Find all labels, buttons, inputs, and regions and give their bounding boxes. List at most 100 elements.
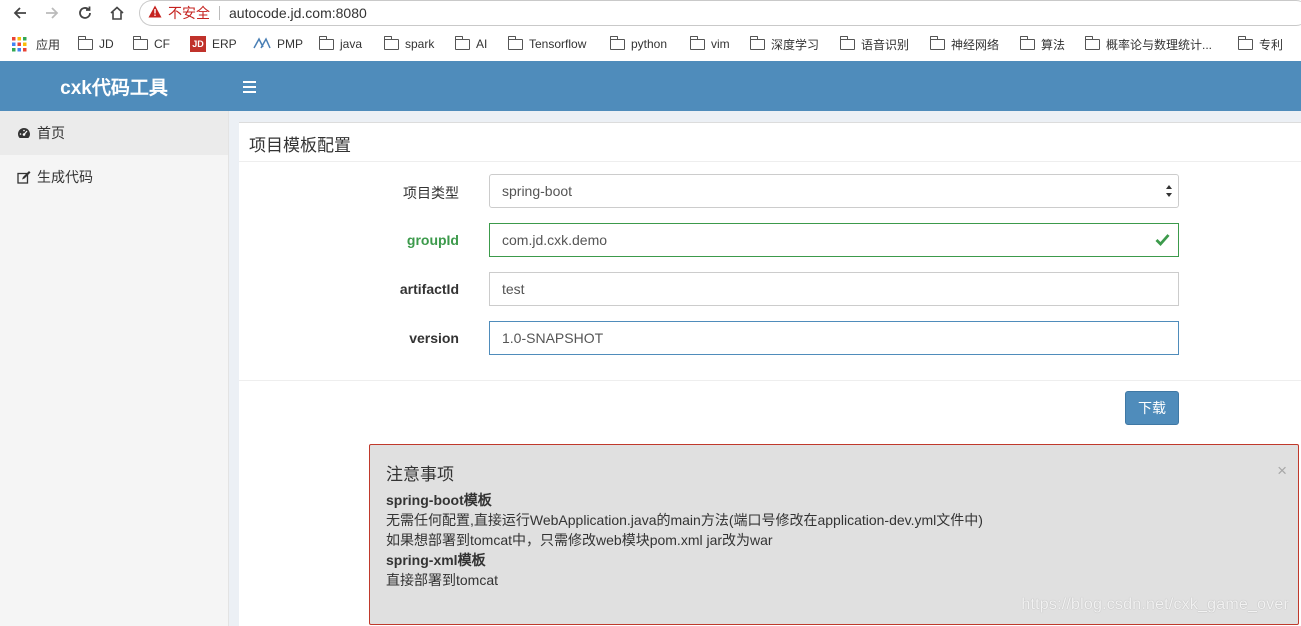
bookmark-probability[interactable]: 概率论与数理统计...: [1084, 35, 1213, 52]
bookmark-python[interactable]: python: [609, 35, 668, 52]
bookmark-label: 语音识别: [861, 37, 910, 52]
bookmark-tensorflow[interactable]: Tensorflow: [507, 35, 587, 52]
bookmark-speech-recognition[interactable]: 语音识别: [839, 35, 910, 52]
bookmark-erp[interactable]: JD ERP: [190, 36, 237, 52]
forward-icon[interactable]: [42, 3, 62, 23]
bookmark-label: 概率论与数理统计...: [1106, 37, 1213, 52]
folder-icon: [454, 35, 470, 50]
folder-icon: [383, 35, 399, 50]
home-icon[interactable]: [107, 3, 127, 23]
notice-body: spring-boot模板 无需任何配置,直接运行WebApplication.…: [386, 490, 983, 590]
bookmark-algorithm[interactable]: 算法: [1019, 35, 1066, 52]
bookmark-label: python: [631, 37, 668, 51]
groupid-label: groupId: [406, 232, 459, 248]
bookmark-java[interactable]: java: [318, 35, 362, 52]
notice-line: 如果想部署到tomcat中，只需修改web模块pom.xml jar改为war: [386, 532, 773, 548]
bookmark-label: JD: [99, 37, 114, 51]
bookmark-vim[interactable]: vim: [689, 35, 730, 52]
sidebar-item-home[interactable]: 首页: [0, 111, 228, 155]
groupid-input[interactable]: com.jd.cxk.demo: [489, 223, 1179, 257]
warning-icon: [148, 5, 162, 21]
bookmarks-bar: 应用 JD CF JD ERP PMP java spark AI Tensor…: [0, 30, 1301, 58]
folder-icon: [132, 35, 148, 50]
bookmark-label: ERP: [212, 37, 237, 51]
notice-heading-springxml: spring-xml模板: [386, 552, 486, 568]
folder-icon: [609, 35, 625, 50]
bookmark-label: 算法: [1041, 37, 1066, 52]
insecure-label: 不安全: [168, 5, 210, 21]
url-divider: [219, 6, 220, 20]
notice-line: 直接部署到tomcat: [386, 572, 499, 588]
bookmark-neural-network[interactable]: 神经网络: [929, 35, 1000, 52]
app-header: cxk代码工具: [0, 61, 1301, 111]
bookmark-spark[interactable]: spark: [383, 35, 435, 52]
bookmark-pmp[interactable]: PMP: [253, 36, 303, 52]
artifactid-value: test: [502, 281, 525, 297]
jd-logo-icon: JD: [190, 36, 206, 52]
bookmark-label: PMP: [277, 37, 304, 51]
bookmark-deep-learning[interactable]: 深度学习: [749, 35, 820, 52]
watermark: https://blog.csdn.net/cxk_game_over: [1021, 596, 1289, 613]
bookmark-label: Tensorflow: [529, 37, 587, 51]
browser-toolbar: 不安全 autocode.jd.com:8080: [0, 0, 1301, 26]
sidebar-item-label: 首页: [37, 125, 65, 141]
folder-icon: [749, 35, 765, 50]
groupid-value: com.jd.cxk.demo: [502, 232, 608, 248]
form-row-groupid: groupId com.jd.cxk.demo: [239, 223, 1301, 257]
artifactid-input[interactable]: test: [489, 272, 1179, 306]
notice-line: 无需任何配置,直接运行WebApplication.java的main方法(端口…: [386, 512, 983, 528]
sidebar: 首页 生成代码: [0, 111, 229, 626]
url-text: autocode.jd.com:8080: [229, 5, 367, 21]
bookmark-label: AI: [476, 37, 488, 51]
folder-icon: [318, 35, 334, 50]
sidebar-item-label: 生成代码: [37, 169, 93, 185]
bookmark-label: spark: [405, 37, 435, 51]
folder-icon: [1019, 35, 1035, 50]
version-label: version: [409, 330, 459, 346]
form-row-artifactid: artifactId test: [239, 272, 1301, 306]
select-arrows-icon: [1165, 184, 1173, 201]
address-bar[interactable]: 不安全 autocode.jd.com:8080: [139, 0, 1301, 26]
version-value: 1.0-SNAPSHOT: [502, 330, 604, 346]
edit-icon: [17, 170, 31, 184]
folder-icon: [839, 35, 855, 50]
project-type-label: 项目类型: [403, 185, 459, 201]
close-icon[interactable]: ×: [1277, 461, 1287, 481]
bookmark-label: 神经网络: [951, 37, 1000, 52]
notice-heading-springboot: spring-boot模板: [386, 492, 492, 508]
reload-icon[interactable]: [75, 3, 95, 23]
artifactid-label: artifactId: [399, 281, 459, 297]
folder-icon: [507, 35, 523, 50]
back-icon[interactable]: [10, 3, 30, 23]
folder-icon: [1084, 35, 1100, 50]
panel-footer-divider: [239, 380, 1301, 381]
app-logo[interactable]: cxk代码工具: [0, 61, 228, 111]
menu-toggle-icon[interactable]: [243, 81, 257, 93]
notice-title: 注意事项: [386, 465, 454, 484]
bookmark-apps[interactable]: 应用: [12, 36, 60, 52]
bookmark-cf[interactable]: CF: [132, 35, 170, 52]
bookmark-label: 应用: [36, 37, 61, 52]
folder-icon: [1237, 35, 1253, 50]
version-input[interactable]: 1.0-SNAPSHOT: [489, 321, 1179, 355]
project-type-value: spring-boot: [502, 183, 573, 199]
form-row-type: 项目类型 spring-boot: [239, 174, 1301, 208]
panel-title: 项目模板配置: [249, 136, 351, 155]
folder-icon: [689, 35, 705, 50]
pmp-logo-icon: [253, 36, 271, 52]
folder-icon: [77, 35, 93, 50]
bookmark-ai[interactable]: AI: [454, 35, 488, 52]
bookmark-label: vim: [711, 37, 730, 51]
bookmark-label: CF: [154, 37, 170, 51]
bookmark-patent[interactable]: 专利: [1237, 35, 1283, 52]
bookmark-label: 深度学习: [771, 37, 820, 52]
project-type-select[interactable]: spring-boot: [489, 174, 1179, 208]
form-row-version: version 1.0-SNAPSHOT: [239, 321, 1301, 355]
sidebar-item-generate-code[interactable]: 生成代码: [0, 155, 228, 199]
apps-grid-icon: [12, 36, 27, 52]
panel-divider: [239, 161, 1301, 162]
download-button[interactable]: 下载: [1125, 391, 1179, 425]
check-icon: [1155, 233, 1170, 249]
dashboard-icon: [17, 126, 31, 140]
bookmark-jd[interactable]: JD: [77, 35, 114, 52]
